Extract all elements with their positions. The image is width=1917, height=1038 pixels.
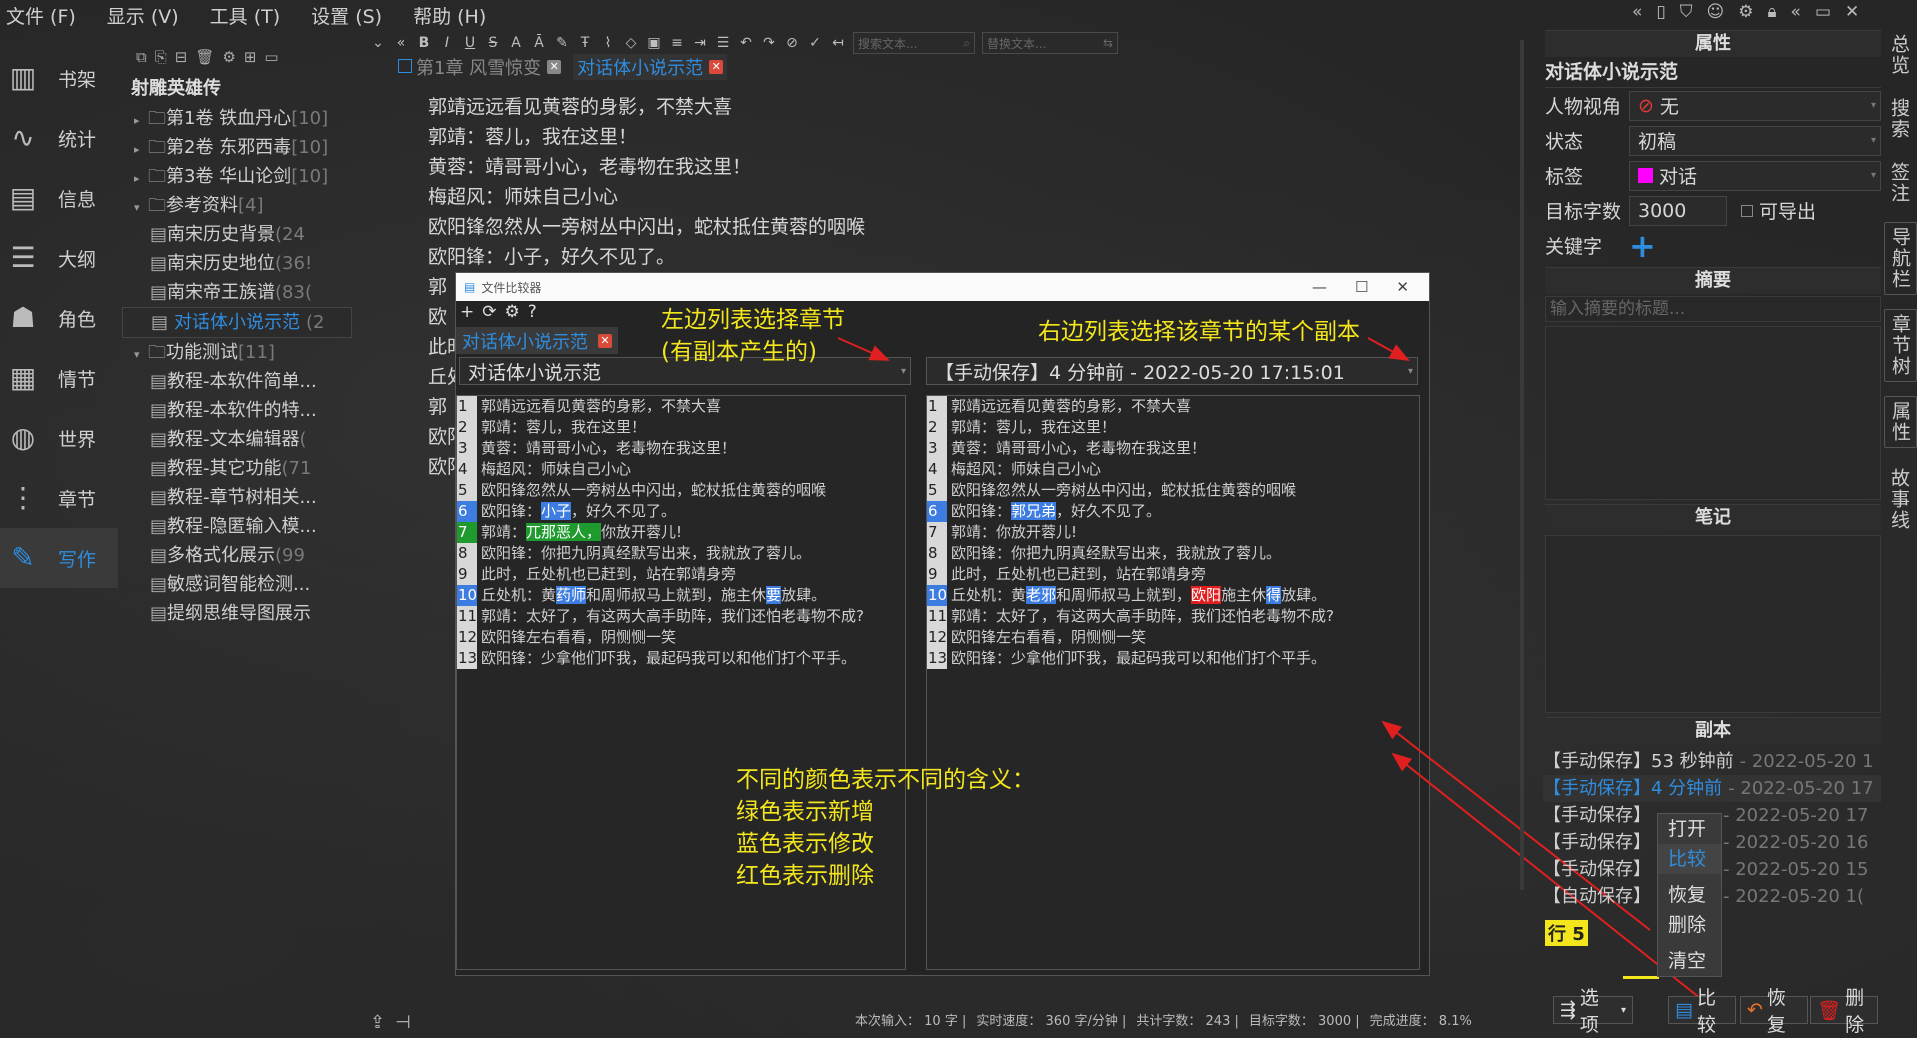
- summary-text-area[interactable]: [1545, 326, 1881, 500]
- version-type: 【手动保存】: [1543, 832, 1651, 853]
- none-icon: ⊘: [1638, 94, 1654, 117]
- tag-label: 标签: [1545, 166, 1584, 188]
- speed: 实时速度： 360 字/分钟 |: [976, 1014, 1127, 1029]
- compare-label: 比较: [1696, 987, 1716, 1036]
- version-date: - 2022-05-20 1: [1739, 751, 1874, 772]
- delete-label: 删除: [1845, 987, 1865, 1036]
- version-type: 【手动保存】: [1543, 805, 1651, 826]
- target-input[interactable]: 3000: [1629, 195, 1727, 226]
- context-menu-item[interactable]: 打开: [1658, 814, 1721, 844]
- row-label: 行 5: [1545, 920, 1588, 946]
- pov-label: 人物视角: [1545, 96, 1622, 118]
- version-type: 【手动保存】: [1543, 778, 1651, 799]
- pov-value: 无: [1659, 96, 1679, 118]
- restore-icon: ↶: [1747, 999, 1763, 1021]
- tag-color-swatch: [1638, 168, 1653, 183]
- version-item[interactable]: 【手动保存】53 秒钟前 - 2022-05-20 1: [1543, 748, 1881, 775]
- cursor-underline: [1623, 976, 1659, 979]
- properties-panel: 属性 对话体小说示范 人物视角 ⊘ 无 ▾ 状态 初稿 ▾ 标签 对话 ▾ 目标字数 3…: [1543, 30, 1881, 946]
- exportable-label: 可导出: [1759, 201, 1817, 223]
- compare-button[interactable]: ▤ 比较: [1668, 987, 1736, 1036]
- status-select[interactable]: 初稿 ▾: [1629, 125, 1881, 156]
- version-type: 【自动保存】: [1543, 886, 1651, 907]
- tag-select[interactable]: 对话 ▾: [1629, 160, 1881, 191]
- version-date: - 2022-05-20 15: [1723, 859, 1869, 880]
- context-menu-item[interactable]: 清空: [1658, 946, 1721, 976]
- keyword-label: 关键字: [1545, 236, 1603, 258]
- version-type: 【手动保存】: [1543, 751, 1651, 772]
- pov-row: 人物视角 ⊘ 无 ▾: [1545, 88, 1881, 123]
- compare-icon: ▤: [1675, 999, 1693, 1021]
- progress: 完成进度： 8.1%: [1369, 1014, 1472, 1029]
- notes-text-area[interactable]: [1545, 535, 1881, 713]
- side-tab[interactable]: 签注: [1884, 158, 1915, 208]
- target-value: 3000: [1638, 199, 1687, 222]
- total-words: 共计字数： 243 |: [1136, 1014, 1239, 1029]
- add-keyword-icon[interactable]: +: [1629, 227, 1656, 265]
- side-tab[interactable]: 故事线: [1884, 464, 1915, 535]
- context-menu-item[interactable]: 删除: [1658, 910, 1721, 940]
- version-context-menu: 打开 比较恢复 删除清空: [1657, 813, 1722, 977]
- summary-title-input[interactable]: 输入摘要的标题...: [1545, 296, 1881, 322]
- version-date: - 2022-05-20 17: [1723, 805, 1869, 826]
- upload-icon[interactable]: ⇪: [370, 1012, 385, 1033]
- version-type: 【手动保存】: [1543, 859, 1651, 880]
- restore-button[interactable]: ↶ 恢复: [1740, 987, 1808, 1036]
- options-button[interactable]: ⇶ 选项 ▾: [1553, 987, 1633, 1036]
- version-item[interactable]: 【手动保存】4 分钟前 - 2022-05-20 17: [1543, 775, 1881, 802]
- keyword-row: 关键字 +: [1545, 227, 1881, 265]
- side-tab[interactable]: 导航栏: [1884, 222, 1917, 295]
- chevron-down-icon: ▾: [1870, 100, 1876, 111]
- side-tab[interactable]: 属性: [1884, 396, 1917, 448]
- slider-icon[interactable]: ⊣: [395, 1012, 411, 1033]
- summary-header: 摘要: [1545, 267, 1881, 294]
- delete-button[interactable]: 🗑︎ 删除: [1810, 987, 1878, 1036]
- arrow-left-select: [837, 337, 890, 361]
- options-icon: ⇶: [1560, 999, 1576, 1021]
- bottom-left-tools: ⇪ ⊣: [370, 1012, 411, 1033]
- target-label: 目标字数: [1545, 201, 1622, 223]
- arrow-right-select: [1367, 337, 1410, 361]
- exportable-checkbox[interactable]: [1741, 204, 1753, 217]
- trash-icon: 🗑︎: [1817, 999, 1842, 1022]
- side-tab[interactable]: 总览: [1884, 30, 1915, 80]
- version-date: - 2022-05-20 17: [1728, 778, 1874, 799]
- restore-label: 恢复: [1766, 987, 1786, 1036]
- status-row: 状态 初稿 ▾: [1545, 123, 1881, 158]
- context-menu-item[interactable]: 恢复: [1658, 880, 1721, 910]
- side-tabs: 总览搜索签注导航栏章节树属性故事线: [1884, 30, 1917, 549]
- chevron-down-icon: ▾: [1870, 135, 1876, 146]
- version-time: 53 秒钟前: [1651, 751, 1734, 772]
- side-tab[interactable]: 章节树: [1884, 309, 1917, 382]
- versions-header: 副本: [1545, 717, 1881, 744]
- tag-row: 标签 对话 ▾: [1545, 158, 1881, 193]
- chevron-down-icon: ▾: [1620, 1004, 1626, 1016]
- splitter[interactable]: [1520, 40, 1524, 890]
- options-label: 选项: [1579, 987, 1599, 1036]
- status-label: 状态: [1545, 131, 1584, 153]
- props-chapter-name: 对话体小说示范: [1545, 57, 1881, 88]
- tag-value: 对话: [1659, 166, 1698, 188]
- version-time: 4 分钟前: [1651, 778, 1723, 799]
- context-menu-item[interactable]: 比较: [1658, 844, 1721, 874]
- pov-select[interactable]: ⊘ 无 ▾: [1629, 90, 1881, 121]
- input-count: 本次输入： 10 字 |: [855, 1014, 967, 1029]
- notes-header: 笔记: [1545, 504, 1881, 531]
- status-value: 初稿: [1638, 131, 1677, 153]
- props-header: 属性: [1545, 30, 1881, 57]
- target-words: 目标字数： 3000 |: [1248, 1014, 1360, 1029]
- version-date: - 2022-05-20 16: [1723, 832, 1869, 853]
- chevron-down-icon: ▾: [1870, 170, 1876, 181]
- target-row: 目标字数 3000 可导出: [1545, 193, 1881, 228]
- side-tab[interactable]: 搜索: [1884, 94, 1915, 144]
- status-bar: 本次输入： 10 字 | 实时速度： 360 字/分钟 | 共计字数： 243 …: [855, 1010, 1472, 1029]
- version-date: - 2022-05-20 1(: [1723, 886, 1865, 907]
